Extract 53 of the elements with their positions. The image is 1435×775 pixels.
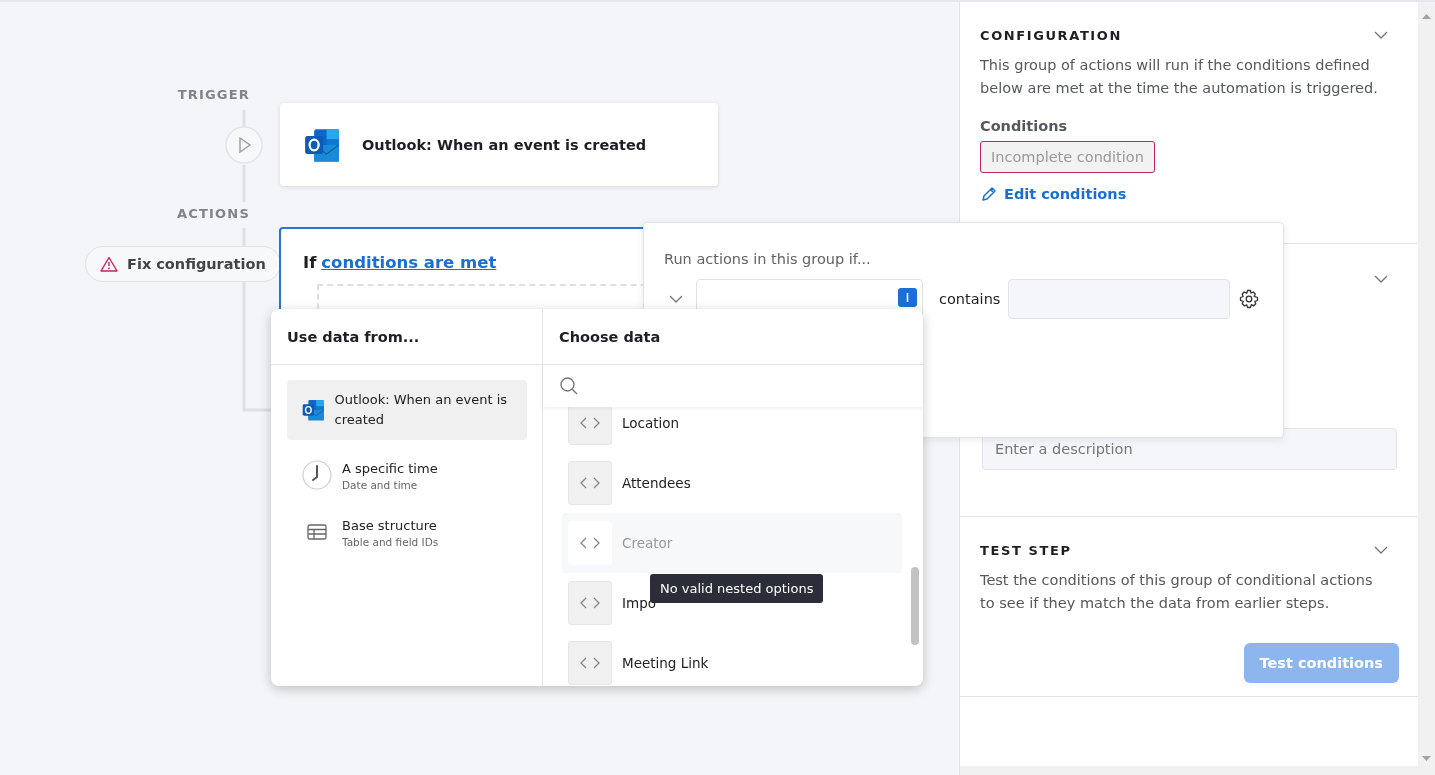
condition-prefix: If [303,253,317,272]
settings-icon [1239,289,1260,309]
tooltip: No valid nested options [650,574,824,603]
scroll-up-icon [1422,14,1431,19]
operator-label: contains [939,291,1001,307]
source-subtitle: Table and field IDs [342,535,439,548]
trigger-title: Outlook: When an event is created [362,136,647,153]
conditions-link[interactable]: conditions are met [321,253,497,272]
clock-icon [302,459,332,490]
chevron-icon[interactable] [1374,546,1388,554]
chevron-icon[interactable] [1374,275,1388,283]
source-title: Outlook: When an event is created [334,391,509,429]
source-item[interactable]: A specific time Date and time [287,452,527,497]
fix-configuration-button[interactable]: Fix configuration [85,246,281,282]
conditions-label: Conditions [980,118,1069,134]
value-field[interactable] [1008,279,1231,319]
section-label: TRIGGER [176,87,250,102]
scrollbar-thumb[interactable] [911,567,919,645]
section-title: TEST STEP [980,542,1072,558]
incomplete-condition-badge: Incomplete condition [980,141,1155,173]
scroll-down-icon [1422,756,1431,761]
play-icon [225,126,263,164]
horizontal-scrollbar[interactable] [960,766,1418,775]
source-item[interactable]: Base structure Table and field IDs [287,509,527,554]
trigger-card[interactable]: Outlook: When an event is created [280,103,718,186]
section-title: CONFIGURATION [980,27,1122,43]
search-icon [559,376,579,396]
code-icon [580,657,600,669]
source-item[interactable]: Outlook: When an event is created [287,380,527,440]
code-icon [580,477,600,489]
data-field-item[interactable]: Location [562,407,902,453]
edit-conditions-link[interactable]: Edit conditions [980,185,1388,203]
pencil-icon [980,185,998,203]
source-title: Base structure [342,516,438,535]
code-icon [580,417,600,429]
insert-icon [898,288,917,307]
code-icon [580,597,600,609]
chevron-icon[interactable] [669,295,683,303]
column-heading: Use data from... [271,309,542,365]
source-subtitle: Date and time [342,478,419,491]
data-field-item[interactable]: Attendees [562,453,902,513]
popover-heading: Run actions in this group if... [664,251,872,267]
outlook-logo-icon [304,126,340,163]
section-description: This group of actions will run if the conditions defined below are met at the time the automation is triggered. [980,56,1379,98]
source-title: A specific time [342,459,438,478]
section-description: Test the conditions of this group of conditional actions to see if they match the data from earlier steps. [980,571,1374,613]
scrollbar[interactable] [1418,2,1435,775]
warning-icon [100,256,118,272]
chevron-icon[interactable] [1374,31,1388,39]
code-icon [580,537,600,549]
data-field-item[interactable]: Meeting Link [562,633,902,686]
section-label: ACTIONS [176,206,250,221]
column-heading: Choose data [543,309,923,365]
